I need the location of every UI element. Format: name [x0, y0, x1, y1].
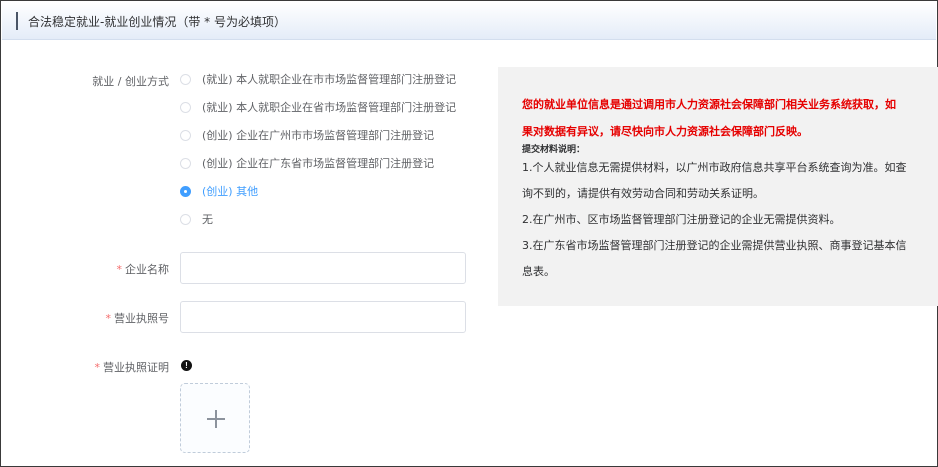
- license-no-input[interactable]: [180, 301, 466, 333]
- materials-line-1: 1.个人就业信息无需提供材料，以广州市政府信息共享平台系统查询为准。如查: [522, 161, 907, 174]
- required-mark: *: [94, 361, 101, 374]
- radio-option-4[interactable]: (创业) 企业在广东省市场监督管理部门注册登记: [180, 155, 434, 171]
- radio-circle[interactable]: [180, 157, 191, 169]
- notice-box: 您的就业单位信息是通过调用市人力资源社会保障部门相关业务系统获取，如 果对数据有…: [498, 67, 938, 306]
- section-header: 合法稳定就业-就业创业情况（带 * 号为必填项）: [2, 2, 936, 40]
- radio-label[interactable]: (创业) 企业在广东省市场监督管理部门注册登记: [202, 155, 434, 171]
- form-panel: 合法稳定就业-就业创业情况（带 * 号为必填项） 就业 / 创业方式 (就业) …: [0, 0, 938, 467]
- upload-button[interactable]: [180, 383, 250, 453]
- radio-circle[interactable]: [180, 73, 191, 85]
- radio-label[interactable]: (创业) 其他: [202, 183, 258, 199]
- radio-label[interactable]: (创业) 企业在广州市市场监督管理部门注册登记: [202, 127, 434, 143]
- plus-icon-vertical: [215, 410, 217, 428]
- radio-circle[interactable]: [180, 129, 191, 141]
- radio-label[interactable]: 无: [202, 211, 213, 227]
- radio-option-1[interactable]: (就业) 本人就职企业在市市场监督管理部门注册登记: [180, 71, 456, 87]
- radio-label[interactable]: (就业) 本人就职企业在省市场监督管理部门注册登记: [202, 99, 456, 115]
- employment-mode-label: 就业 / 创业方式: [92, 75, 169, 88]
- materials-line-3: 2.在广州市、区市场监督管理部门注册登记的企业无需提供资料。: [522, 213, 841, 226]
- radio-circle[interactable]: [180, 213, 191, 225]
- company-name-label: * 企业名称: [1, 261, 170, 277]
- header-accent-bar: [16, 12, 18, 30]
- license-no-label: * 营业执照号: [1, 310, 170, 326]
- exclamation-circle-icon[interactable]: !: [181, 360, 192, 371]
- radio-label[interactable]: (就业) 本人就职企业在市市场监督管理部门注册登记: [202, 71, 456, 87]
- required-mark: *: [105, 312, 112, 325]
- radio-circle[interactable]: [180, 101, 191, 113]
- radio-option-2[interactable]: (就业) 本人就职企业在省市场监督管理部门注册登记: [180, 99, 456, 115]
- company-name-input[interactable]: [180, 252, 466, 284]
- section-title: 合法稳定就业-就业创业情况（带 * 号为必填项）: [28, 15, 286, 29]
- materials-line-2: 询不到的，请提供有效劳动合同和劳动关系证明。: [522, 187, 764, 200]
- license-proof-label-text: 营业执照证明: [103, 361, 169, 374]
- radio-circle-selected[interactable]: [180, 185, 191, 197]
- radio-option-5[interactable]: (创业) 其他: [180, 183, 258, 199]
- materials-title: 提交材料说明：: [522, 145, 586, 155]
- license-proof-label: * 营业执照证明: [1, 359, 170, 375]
- license-no-label-text: 营业执照号: [114, 312, 169, 325]
- materials-line-4: 3.在广东省市场监督管理部门注册登记的企业需提供营业执照、商事登记基本信: [522, 239, 907, 252]
- required-mark: *: [116, 263, 123, 276]
- company-name-label-text: 企业名称: [125, 263, 169, 276]
- radio-option-6[interactable]: 无: [180, 211, 213, 227]
- warning-text-line-1: 您的就业单位信息是通过调用市人力资源社会保障部门相关业务系统获取，如: [522, 98, 896, 111]
- radio-option-3[interactable]: (创业) 企业在广州市市场监督管理部门注册登记: [180, 127, 434, 143]
- warning-text-line-2: 果对数据有异议，请尽快向市人力资源社会保障部门反映。: [522, 125, 808, 138]
- materials-line-5: 息表。: [522, 265, 555, 278]
